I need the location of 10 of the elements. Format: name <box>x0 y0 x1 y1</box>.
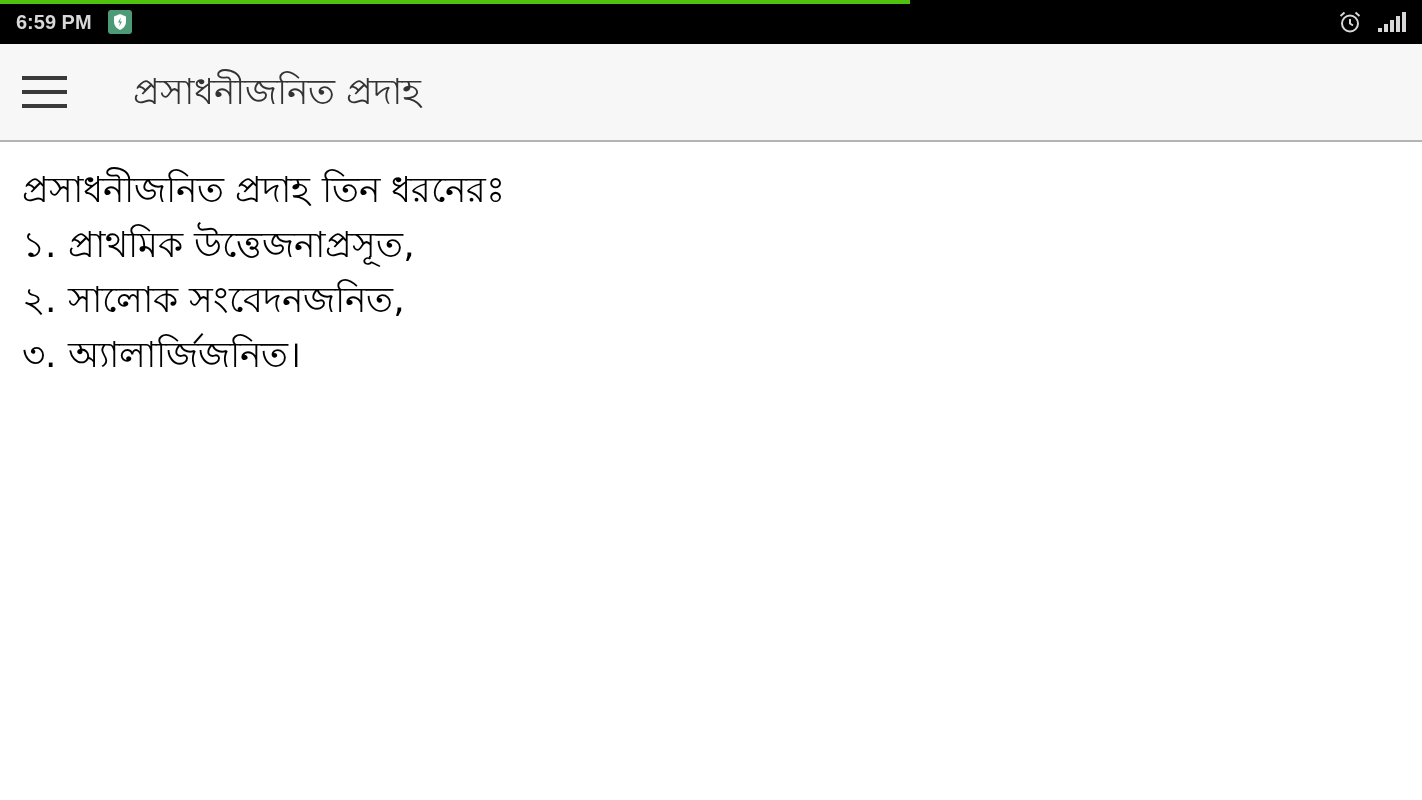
status-time: 6:59 PM <box>16 12 92 32</box>
alarm-clock-icon <box>1338 10 1362 34</box>
shield-icon <box>107 10 132 34</box>
body-text-line: ২. সালোক সংবেদনজনিত, <box>22 278 405 322</box>
signal-bars-icon <box>1378 12 1406 32</box>
body-text-line: প্রসাধনীজনিত প্রদাহ তিন ধরনেরঃ <box>22 166 506 212</box>
body-text-line: ১. প্রাথমিক উত্তেজনাপ্রসূত, <box>22 221 415 269</box>
body-text-line: ৩. অ্যালার্জিজনিত। <box>22 332 301 377</box>
page-title: প্রসাধনীজনিত প্রদাহ <box>133 70 422 114</box>
menu-icon[interactable] <box>22 76 67 108</box>
